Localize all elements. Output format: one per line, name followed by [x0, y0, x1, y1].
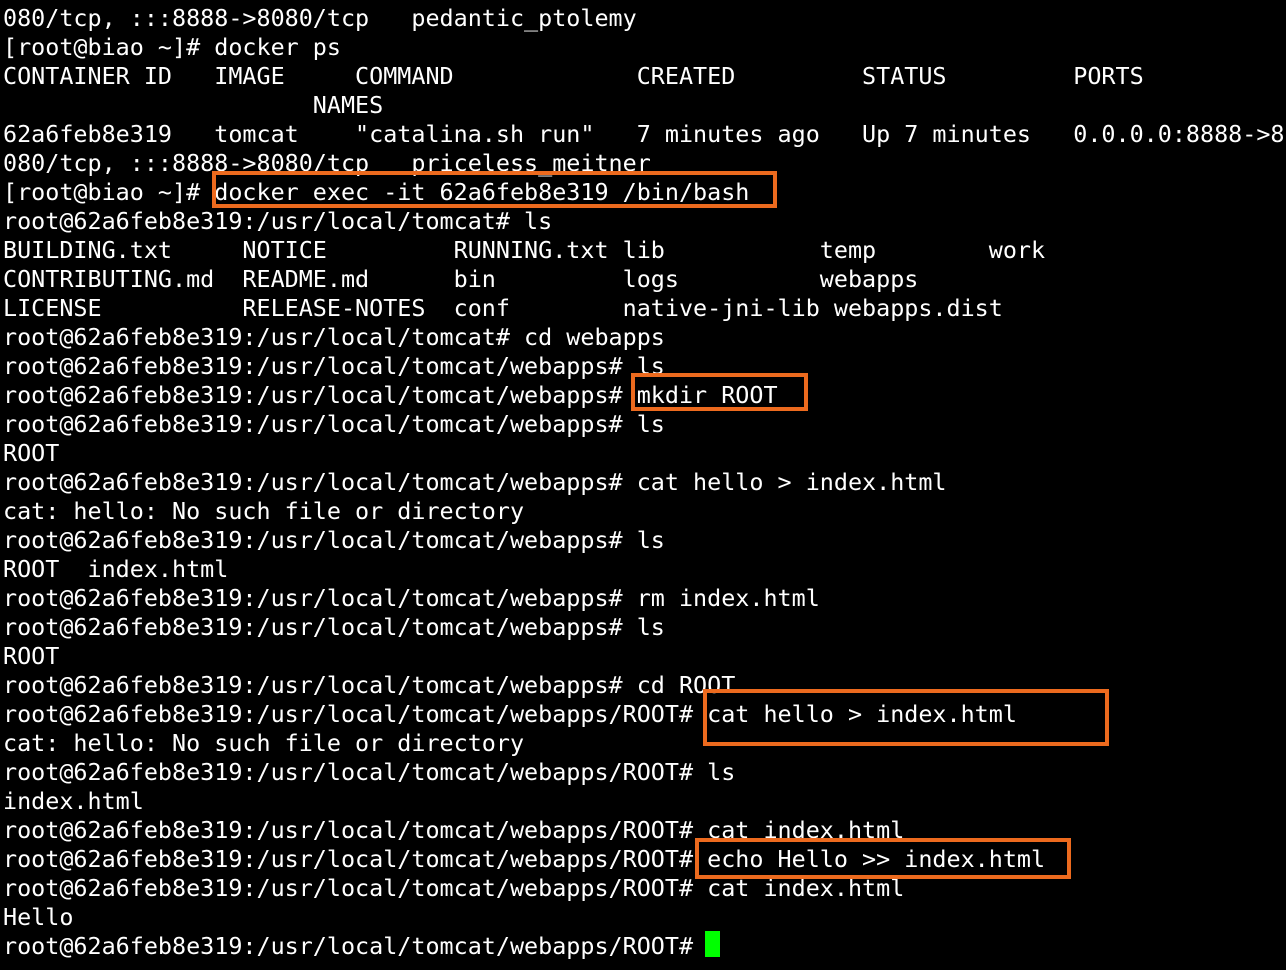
terminal-line: root@62a6feb8e319:/usr/local/tomcat/weba… — [3, 381, 778, 409]
terminal-line: ROOT index.html — [3, 555, 229, 583]
terminal-line: ROOT — [3, 642, 60, 670]
terminal-line: root@62a6feb8e319:/usr/local/tomcat/weba… — [3, 526, 665, 554]
terminal-line: LICENSE RELEASE-NOTES conf native-jni-li… — [3, 294, 1003, 322]
terminal-line: index.html — [3, 787, 144, 815]
terminal-line: ROOT — [3, 439, 60, 467]
terminal-line: root@62a6feb8e319:/usr/local/tomcat/weba… — [3, 410, 665, 438]
terminal-window[interactable]: 080/tcp, :::8888->8080/tcp pedantic_ptol… — [0, 0, 1286, 970]
terminal-line: 080/tcp, :::8888->8080/tcp priceless_mei… — [3, 149, 651, 177]
terminal-line: root@62a6feb8e319:/usr/local/tomcat/weba… — [3, 584, 820, 612]
terminal-line: root@62a6feb8e319:/usr/local/tomcat# cd … — [3, 323, 665, 351]
terminal-line: cat: hello: No such file or directory — [3, 729, 525, 757]
terminal-line: root@62a6feb8e319:/usr/local/tomcat/weba… — [3, 845, 1046, 873]
terminal-line: [root@biao ~]# docker exec -it 62a6feb8e… — [3, 178, 750, 206]
terminal-line: root@62a6feb8e319:/usr/local/tomcat/weba… — [3, 874, 905, 902]
terminal-line: root@62a6feb8e319:/usr/local/tomcat/weba… — [3, 816, 905, 844]
terminal-line: root@62a6feb8e319:/usr/local/tomcat/weba… — [3, 758, 736, 786]
terminal-line: cat: hello: No such file or directory — [3, 497, 525, 525]
terminal-line: CONTAINER ID IMAGE COMMAND CREATED STATU… — [3, 62, 1144, 90]
text-cursor — [705, 931, 720, 957]
terminal-line: root@62a6feb8e319:/usr/local/tomcat/weba… — [3, 468, 947, 496]
terminal-line: 080/tcp, :::8888->8080/tcp pedantic_ptol… — [3, 4, 637, 32]
terminal-line: root@62a6feb8e319:/usr/local/tomcat/weba… — [3, 932, 708, 960]
terminal-line: Hello — [3, 903, 74, 931]
terminal-line: BUILDING.txt NOTICE RUNNING.txt lib temp… — [3, 236, 1046, 264]
terminal-line: 62a6feb8e319 tomcat "catalina.sh run" 7 … — [3, 120, 1285, 148]
terminal-line: [root@biao ~]# docker ps — [3, 33, 341, 61]
terminal-line: root@62a6feb8e319:/usr/local/tomcat/weba… — [3, 700, 1017, 728]
terminal-line: root@62a6feb8e319:/usr/local/tomcat/weba… — [3, 613, 665, 641]
terminal-line: CONTRIBUTING.md README.md bin logs webap… — [3, 265, 919, 293]
terminal-line: root@62a6feb8e319:/usr/local/tomcat/weba… — [3, 352, 665, 380]
terminal-line: root@62a6feb8e319:/usr/local/tomcat# ls — [3, 207, 553, 235]
terminal-line: NAMES — [3, 91, 384, 119]
terminal-line: root@62a6feb8e319:/usr/local/tomcat/weba… — [3, 671, 736, 699]
